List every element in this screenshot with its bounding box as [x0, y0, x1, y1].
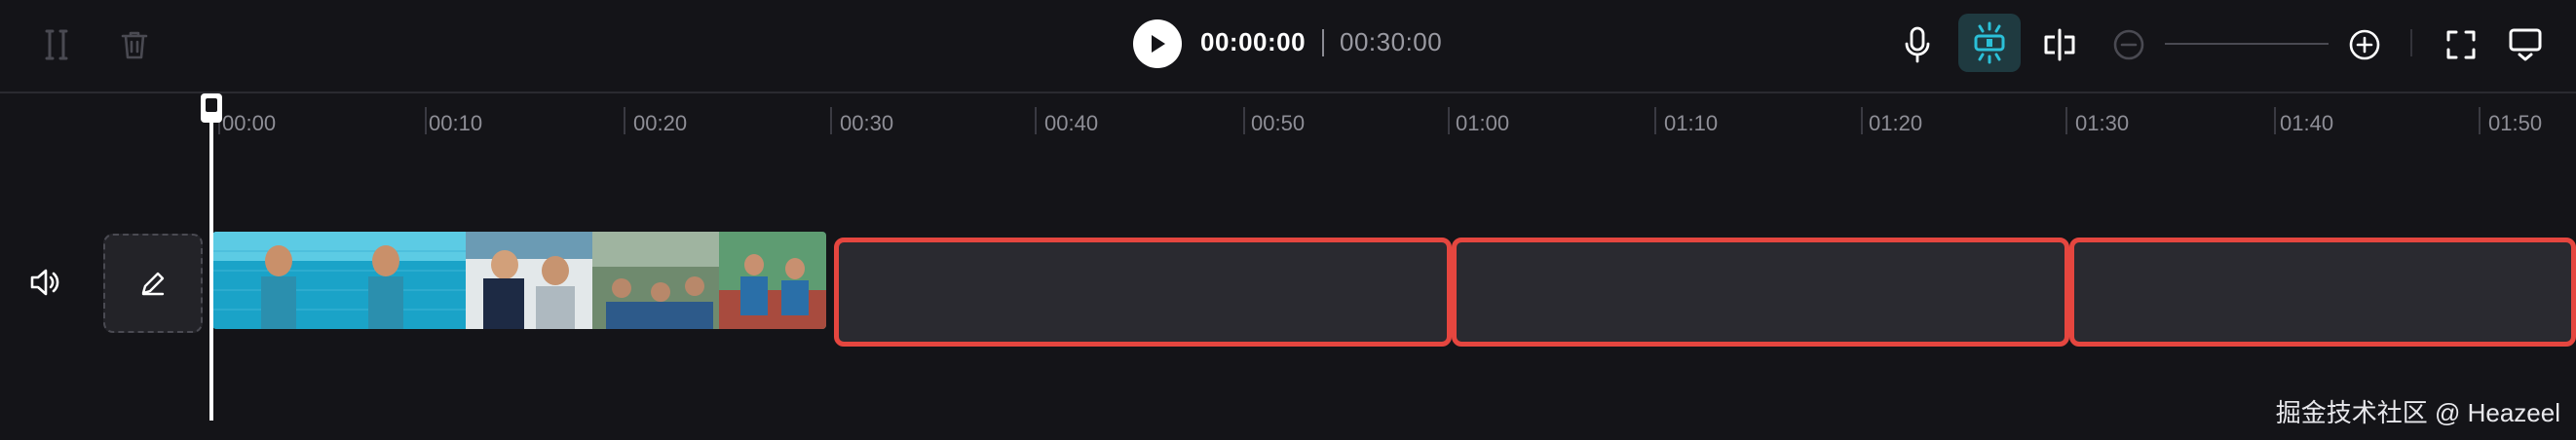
- toolbar-divider: [2410, 29, 2412, 56]
- ruler-tick: [830, 107, 832, 134]
- current-time: 00:00:00: [1200, 27, 1307, 56]
- ruler-label: 00:40: [1044, 111, 1099, 135]
- smart-cut-icon: [1974, 21, 2005, 64]
- preview-icon: [2509, 28, 2542, 61]
- ruler-label: 01:40: [2280, 111, 2334, 135]
- ruler-tick: [2274, 107, 2276, 134]
- zoom-in-button[interactable]: [2346, 26, 2383, 63]
- play-icon: [1152, 35, 1165, 53]
- ruler-tick: [2479, 107, 2481, 134]
- microphone-icon: [1905, 26, 1930, 63]
- playhead-line[interactable]: [209, 105, 213, 421]
- pencil-icon: [141, 272, 165, 296]
- ruler-tick: [1861, 107, 1863, 134]
- zoom-slider[interactable]: [2165, 43, 2329, 45]
- playhead-handle[interactable]: [201, 93, 222, 123]
- zoom-out-button[interactable]: [2110, 26, 2147, 63]
- ruler-tick: [425, 107, 427, 134]
- timeline-toolbar: 00:00:00 00:30:00: [0, 0, 2576, 92]
- track-mute-button[interactable]: [27, 265, 62, 300]
- zoom-in-icon: [2349, 29, 2380, 60]
- fullscreen-button[interactable]: [2442, 25, 2481, 64]
- ruler-tick: [1654, 107, 1656, 134]
- zoom-out-icon: [2113, 29, 2144, 60]
- split-button[interactable]: [37, 25, 76, 64]
- watermark-text: 掘金技术社区 @ Heazeel: [2275, 398, 2560, 427]
- ruler-label: 01:50: [2488, 111, 2543, 135]
- delete-button[interactable]: [115, 25, 154, 64]
- ruler-label: 00:10: [429, 111, 483, 135]
- trash-icon: [121, 31, 148, 59]
- ruler-label: 01:30: [2075, 111, 2130, 135]
- ruler-tick: [1243, 107, 1245, 134]
- ruler-label: 01:10: [1664, 111, 1719, 135]
- smart-cut-button[interactable]: [1958, 14, 2021, 72]
- ruler-tick: [1448, 107, 1450, 134]
- ruler-tick: [624, 107, 625, 134]
- fullscreen-icon: [2446, 30, 2476, 59]
- play-button[interactable]: [1133, 19, 1182, 68]
- total-time: 00:30:00: [1340, 27, 1443, 56]
- ruler-label: 00:50: [1251, 111, 1306, 135]
- ruler-tick: [2065, 107, 2067, 134]
- ruler-label: 01:00: [1456, 111, 1510, 135]
- ruler-label: 01:20: [1869, 111, 1923, 135]
- empty-clip-slot[interactable]: [1452, 238, 2069, 347]
- clip-thumbnails: [212, 232, 826, 329]
- record-button[interactable]: [1898, 23, 1937, 66]
- edit-cover-button[interactable]: [103, 234, 203, 333]
- time-separator: [1322, 29, 1324, 56]
- preview-button[interactable]: [2504, 23, 2547, 64]
- ruler-label: 00:20: [633, 111, 688, 135]
- empty-clip-slot[interactable]: [834, 238, 1452, 347]
- ruler-label: 00:00: [222, 111, 277, 135]
- ruler-tick: [1035, 107, 1037, 134]
- ruler-label: 00:30: [840, 111, 894, 135]
- empty-clip-slot[interactable]: [2069, 238, 2576, 347]
- split-icon: [45, 29, 68, 60]
- snap-button[interactable]: [2038, 23, 2081, 66]
- snap-split-icon: [2044, 28, 2075, 61]
- video-clip[interactable]: [212, 232, 826, 329]
- speaker-icon: [30, 269, 59, 296]
